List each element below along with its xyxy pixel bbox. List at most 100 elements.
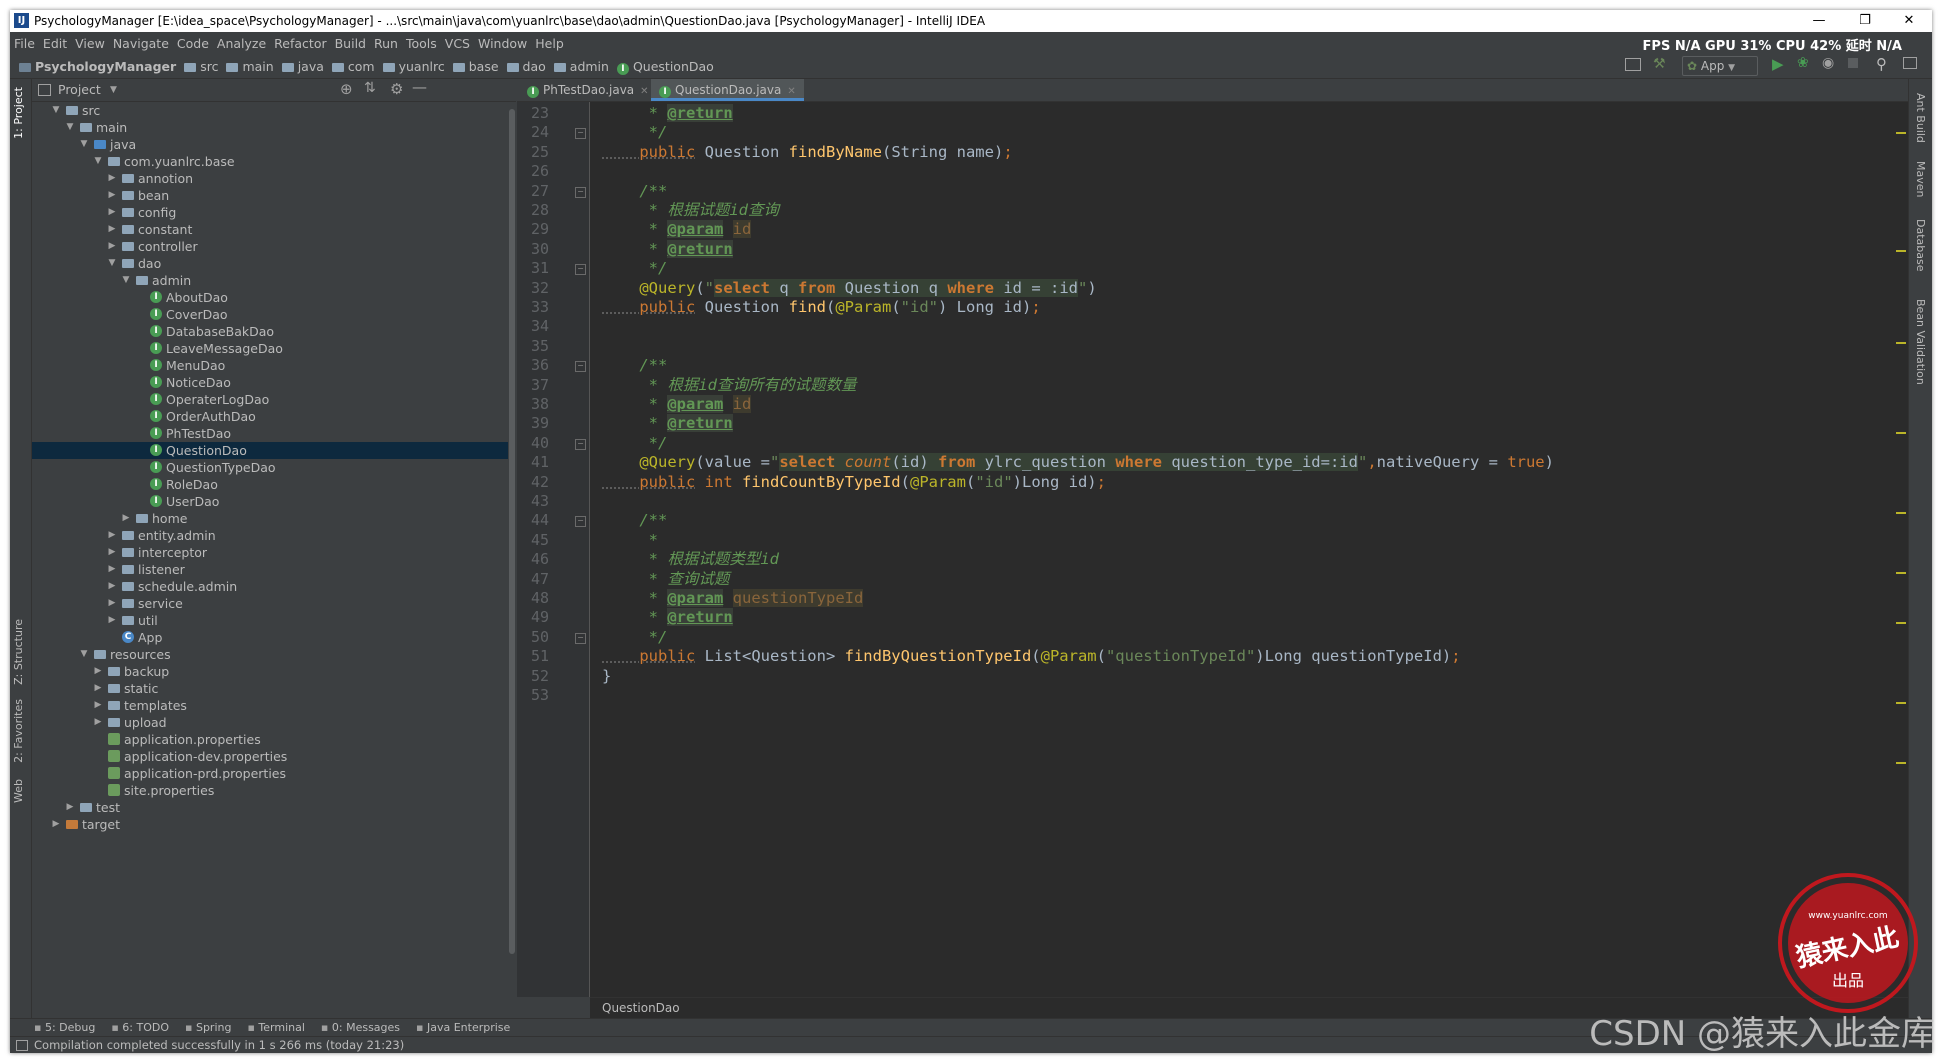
search-icon[interactable]: ⚲: [1876, 55, 1887, 73]
code-line[interactable]: * @param id: [602, 395, 752, 414]
status-toggle-icon[interactable]: [16, 1040, 28, 1051]
chevron-right-icon[interactable]: ▶: [106, 221, 118, 238]
maven-tool-tab[interactable]: Maven: [1914, 161, 1927, 197]
tree-folder[interactable]: ▶ templates: [32, 697, 508, 714]
tree-file[interactable]: I MenuDao: [32, 357, 508, 374]
chevron-down-icon[interactable]: ▼: [110, 85, 117, 95]
chevron-down-icon[interactable]: ▼: [50, 102, 62, 119]
chevron-right-icon[interactable]: ▶: [106, 561, 118, 578]
tree-file[interactable]: C App: [32, 629, 508, 646]
chevron-right-icon[interactable]: ▶: [120, 510, 132, 527]
menu-build[interactable]: Build: [331, 32, 370, 51]
code-line[interactable]: */: [602, 123, 668, 142]
code-line[interactable]: * @return: [602, 608, 733, 627]
fold-marker-icon[interactable]: −: [575, 264, 586, 276]
database-tool-tab[interactable]: Database: [1914, 219, 1927, 272]
tree-folder[interactable]: ▶ upload: [32, 714, 508, 731]
chevron-right-icon[interactable]: ▶: [64, 799, 76, 816]
chevron-right-icon[interactable]: ▶: [106, 595, 118, 612]
tree-folder[interactable]: ▶ backup: [32, 663, 508, 680]
menu-code[interactable]: Code: [173, 32, 213, 51]
tree-folder[interactable]: ▶ annotion: [32, 170, 508, 187]
stripe-marker[interactable]: [1896, 250, 1906, 252]
chevron-right-icon[interactable]: ▶: [92, 663, 104, 680]
tree-file[interactable]: I CoverDao: [32, 306, 508, 323]
code-line[interactable]: * @param questionTypeId: [602, 589, 864, 608]
tree-folder[interactable]: ▶ bean: [32, 187, 508, 204]
code-line[interactable]: * @param id: [602, 220, 752, 239]
chevron-down-icon[interactable]: ▼: [92, 153, 104, 170]
menu-vcs[interactable]: VCS: [441, 32, 474, 51]
code-line[interactable]: * 根据试题类型id: [602, 550, 779, 569]
fold-marker-icon[interactable]: −: [575, 516, 586, 528]
stripe-marker[interactable]: [1896, 512, 1906, 514]
chevron-down-icon[interactable]: ▼: [120, 272, 132, 289]
tree-file[interactable]: I PhTestDao: [32, 425, 508, 442]
debug-icon[interactable]: ❀: [1797, 55, 1809, 71]
code-line[interactable]: /**: [602, 356, 667, 375]
stripe-marker[interactable]: [1896, 342, 1906, 344]
code-line[interactable]: * 根据id查询所有的试题数量: [602, 376, 857, 395]
menu-analyze[interactable]: Analyze: [213, 32, 270, 51]
menu-view[interactable]: View: [71, 32, 109, 51]
collapse-all-icon[interactable]: ⇅: [364, 80, 376, 96]
chevron-down-icon[interactable]: ▼: [106, 255, 118, 272]
chevron-right-icon[interactable]: ▶: [92, 680, 104, 697]
tree-file[interactable]: I QuestionTypeDao: [32, 459, 508, 476]
code-line[interactable]: */: [602, 259, 668, 278]
chevron-right-icon[interactable]: ▶: [50, 816, 62, 833]
breadcrumb-item[interactable]: java: [279, 54, 327, 74]
code-line[interactable]: }: [602, 667, 611, 686]
tree-file[interactable]: application-dev.properties: [32, 748, 508, 765]
code-line[interactable]: * 根据试题id查询: [602, 201, 779, 220]
tree-folder[interactable]: ▶ entity.admin: [32, 527, 508, 544]
code-editor[interactable]: * @return */ public Question findByName(…: [590, 102, 1908, 997]
tree-file[interactable]: I OperaterLogDao: [32, 391, 508, 408]
tree-folder[interactable]: ▶ static: [32, 680, 508, 697]
tree-folder[interactable]: ▶ service: [32, 595, 508, 612]
chevron-right-icon[interactable]: ▶: [106, 578, 118, 595]
tree-folder[interactable]: ▼ src: [32, 102, 508, 119]
bottom-tool-terminal[interactable]: ▪ Terminal: [239, 1019, 312, 1034]
breadcrumb-item[interactable]: dao: [504, 54, 549, 74]
chevron-right-icon[interactable]: ▶: [106, 612, 118, 629]
hide-panel-icon[interactable]: —: [412, 78, 427, 96]
tree-folder[interactable]: ▶ test: [32, 799, 508, 816]
tree-file[interactable]: I UserDao: [32, 493, 508, 510]
chevron-down-icon[interactable]: ▼: [78, 136, 90, 153]
stripe-marker[interactable]: [1896, 432, 1906, 434]
breadcrumb-item[interactable]: admin: [551, 54, 612, 74]
breadcrumb-item[interactable]: PsychologyManager: [16, 54, 179, 74]
restore-button[interactable]: ❐: [1842, 10, 1888, 32]
editor-breadcrumb-item[interactable]: QuestionDao: [602, 1001, 680, 1015]
bottom-tool-spring[interactable]: ▪ Spring: [177, 1019, 239, 1034]
bottom-tool-0-messages[interactable]: ▪ 0: Messages: [313, 1019, 408, 1034]
structure-tool-tab[interactable]: Z: Structure: [12, 619, 25, 685]
tree-folder[interactable]: ▶ interceptor: [32, 544, 508, 561]
tree-file[interactable]: I NoticeDao: [32, 374, 508, 391]
tree-folder[interactable]: ▶ config: [32, 204, 508, 221]
code-line[interactable]: public Question find(@Param("id") Long i…: [602, 298, 1040, 317]
tree-file[interactable]: application.properties: [32, 731, 508, 748]
tree-folder[interactable]: ▼ dao: [32, 255, 508, 272]
tree-folder[interactable]: ▶ target: [32, 816, 508, 833]
tree-folder[interactable]: ▶ schedule.admin: [32, 578, 508, 595]
menu-navigate[interactable]: Navigate: [109, 32, 173, 51]
tree-file[interactable]: site.properties: [32, 782, 508, 799]
stripe-marker[interactable]: [1896, 622, 1906, 624]
fold-marker-icon[interactable]: −: [575, 438, 586, 450]
ant-build-tool-tab[interactable]: Ant Build: [1914, 93, 1927, 143]
stripe-marker[interactable]: [1896, 132, 1906, 134]
breadcrumb-item[interactable]: yuanlrc: [380, 54, 448, 74]
code-line[interactable]: public Question findByName(String name);: [602, 143, 1012, 162]
code-line[interactable]: public List<Question> findByQuestionType…: [602, 647, 1460, 666]
breadcrumb-item[interactable]: com: [329, 54, 378, 74]
fold-marker-icon[interactable]: −: [575, 361, 586, 373]
tree-folder[interactable]: ▶ listener: [32, 561, 508, 578]
tree-folder[interactable]: ▶ util: [32, 612, 508, 629]
breadcrumb-item[interactable]: I QuestionDao: [614, 54, 717, 75]
chevron-down-icon[interactable]: ▼: [64, 119, 76, 136]
project-tool-tab[interactable]: 1: Project: [12, 87, 25, 139]
tree-file[interactable]: I OrderAuthDao: [32, 408, 508, 425]
run-icon[interactable]: ▶: [1772, 55, 1784, 73]
